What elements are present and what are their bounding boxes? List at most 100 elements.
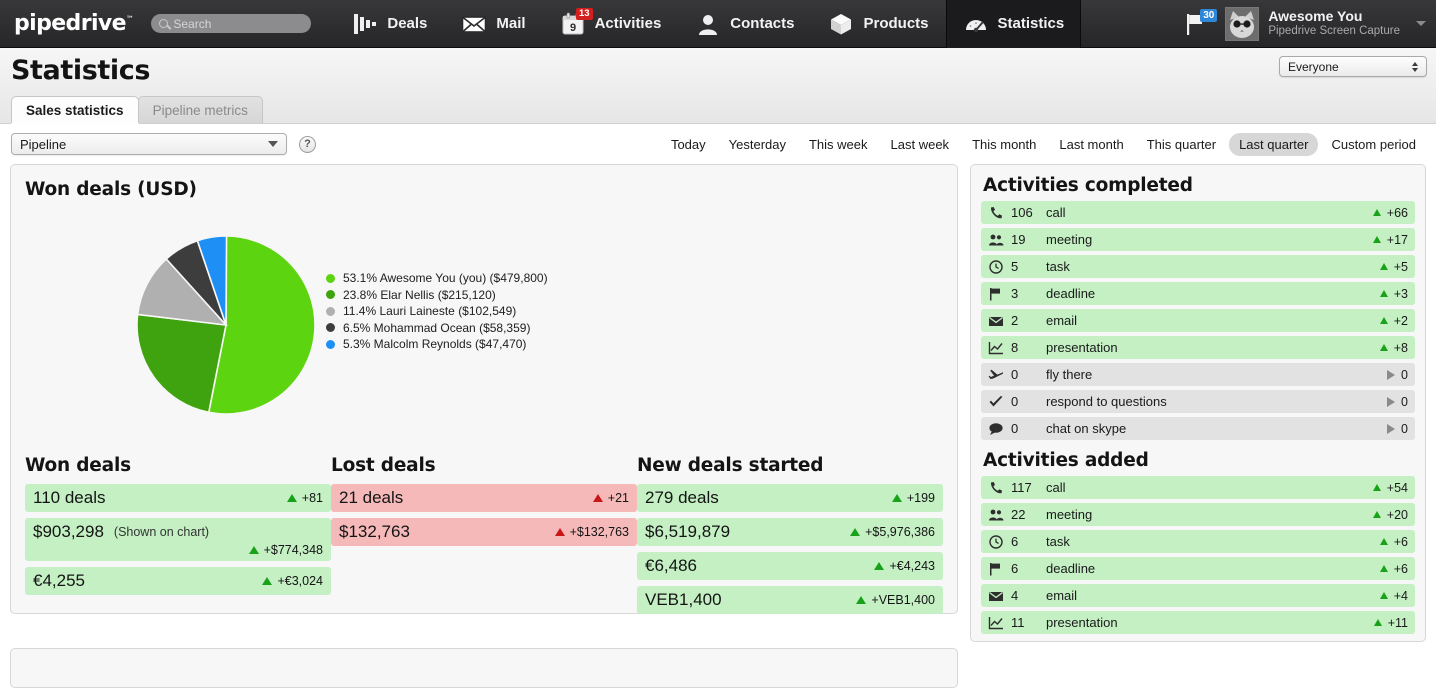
notifications-flag-button[interactable]: 30 [1181,10,1209,38]
period-filter-label: Today [671,137,706,152]
person-icon [695,11,721,37]
period-filter-this-week[interactable]: This week [799,133,878,156]
activity-row[interactable]: 19meeting+17 [981,228,1415,251]
pipeline-select[interactable]: Pipeline [11,133,287,155]
help-button[interactable]: ? [299,136,316,153]
flag-badge-count: 30 [1200,9,1217,22]
tab-sales-statistics[interactable]: Sales statistics [11,96,139,123]
activity-delta: +11 [1374,616,1408,630]
legend-label: 6.5% Mohammad Ocean ($58,359) [343,321,530,335]
period-filter-label: Last month [1059,137,1123,152]
activity-label: email [1046,588,1077,603]
activity-delta: +54 [1373,481,1408,495]
won-deals-pie-chart [136,235,316,415]
period-filter-custom-period[interactable]: Custom period [1321,133,1426,156]
nav-item-mail[interactable]: Mail [444,0,542,48]
period-filter-last-week[interactable]: Last week [881,133,960,156]
avatar[interactable] [1225,7,1259,41]
page-header: Statistics Everyone [0,48,1436,96]
pie-chart-legend: 53.1% Awesome You (you) ($479,800) 23.8% … [326,271,548,351]
stat-delta-value: +€3,024 [277,574,323,588]
secondary-panel [10,648,958,688]
activity-row[interactable]: 11presentation+11 [981,611,1415,634]
nav-item-contacts[interactable]: Contacts [678,0,811,48]
activity-label: presentation [1046,340,1118,355]
triangle-up-icon [1380,290,1388,297]
legend-item: 53.1% Awesome You (you) ($479,800) [326,271,548,285]
legend-item: 23.8% Elar Nellis ($215,120) [326,288,548,302]
speech-bubble-icon [988,422,1004,436]
activity-row[interactable]: 6 task +6 [981,530,1415,553]
top-navigation-bar: pipedrive™ Deals Mail 9 [0,0,1436,48]
activity-delta-value: +6 [1394,535,1408,549]
period-filter-last-month[interactable]: Last month [1049,133,1133,156]
activity-row[interactable]: 22meeting+20 [981,503,1415,526]
activity-count: 4 [1011,588,1041,603]
triangle-up-icon [1380,317,1388,324]
stat-value: VEB1,400 [645,590,722,610]
nav-item-products[interactable]: Products [811,0,945,48]
period-filter-this-month[interactable]: This month [962,133,1046,156]
activity-row[interactable]: 4email+4 [981,584,1415,607]
period-filter-yesterday[interactable]: Yesterday [719,133,796,156]
stat-value: $132,763 [339,522,410,542]
stepper-arrows-icon [1412,62,1418,72]
stat-delta-value: +$774,348 [264,543,323,557]
scope-filter-select[interactable]: Everyone [1279,56,1427,77]
envelope-icon [461,11,487,37]
pipedrive-logo[interactable]: pipedrive™ [14,11,133,36]
user-name: Awesome You [1268,8,1400,25]
stat-row: €4,255+€3,024 [25,567,331,595]
user-menu[interactable]: Awesome You Pipedrive Screen Capture [1268,8,1400,38]
activity-row[interactable]: 6deadline+6 [981,557,1415,580]
pipeline-select-value: Pipeline [20,137,66,152]
period-filter-this-quarter[interactable]: This quarter [1137,133,1226,156]
stat-delta: +199 [892,491,935,505]
plane-icon [988,368,1004,382]
activity-row[interactable]: 0chat on skype0 [981,417,1415,440]
nav-item-statistics[interactable]: Statistics [946,0,1082,48]
activity-label: call [1046,205,1066,220]
filter-bar: Pipeline ? Today Yesterday This week Last w… [0,124,1436,164]
activity-delta: +6 [1380,562,1408,576]
triangle-right-icon [1387,370,1395,380]
nav-label-products: Products [863,15,928,32]
activity-label: task [1046,534,1070,549]
search-input[interactable] [173,17,303,31]
activity-delta-value: 0 [1401,395,1408,409]
nav-item-activities[interactable]: 9 13 Activities [543,0,679,48]
activity-delta: +6 [1380,535,1408,549]
stat-delta: +$774,348 [33,543,323,557]
legend-color-swatch [326,307,335,316]
nav-right-cluster: 30 Awesome You Pipedrive Screen Capture [1181,0,1436,48]
triangle-up-icon [1373,236,1381,243]
stat-value: $6,519,879 [645,522,730,542]
stat-delta: +€3,024 [262,574,323,588]
search-icon [159,19,168,28]
activity-row[interactable]: 0fly there0 [981,363,1415,386]
activity-row[interactable]: 3deadline+3 [981,282,1415,305]
nav-item-deals[interactable]: Deals [335,0,444,48]
period-filter-label: This week [809,137,868,152]
search-box[interactable] [151,14,311,33]
activity-label: deadline [1046,286,1095,301]
flag-icon [988,562,1004,576]
activity-delta: +5 [1380,260,1408,274]
activity-row[interactable]: 106call+66 [981,201,1415,224]
activity-delta: 0 [1387,422,1408,436]
tab-pipeline-metrics[interactable]: Pipeline metrics [138,96,263,123]
activity-row[interactable]: 117call+54 [981,476,1415,499]
box-icon [828,11,854,37]
activity-row[interactable]: 5task+5 [981,255,1415,278]
flag-icon [988,287,1004,301]
activity-count: 6 [1011,534,1041,549]
activity-row[interactable]: 8presentation+8 [981,336,1415,359]
triangle-up-icon [850,528,860,536]
period-filter-today[interactable]: Today [661,133,716,156]
activity-row[interactable]: 2email+2 [981,309,1415,332]
activity-row[interactable]: 0respond to questions0 [981,390,1415,413]
stat-row: 279 deals+199 [637,484,943,512]
chevron-down-icon[interactable] [1416,21,1426,26]
period-filter-last-quarter[interactable]: Last quarter [1229,133,1318,156]
activity-delta: +3 [1380,287,1408,301]
